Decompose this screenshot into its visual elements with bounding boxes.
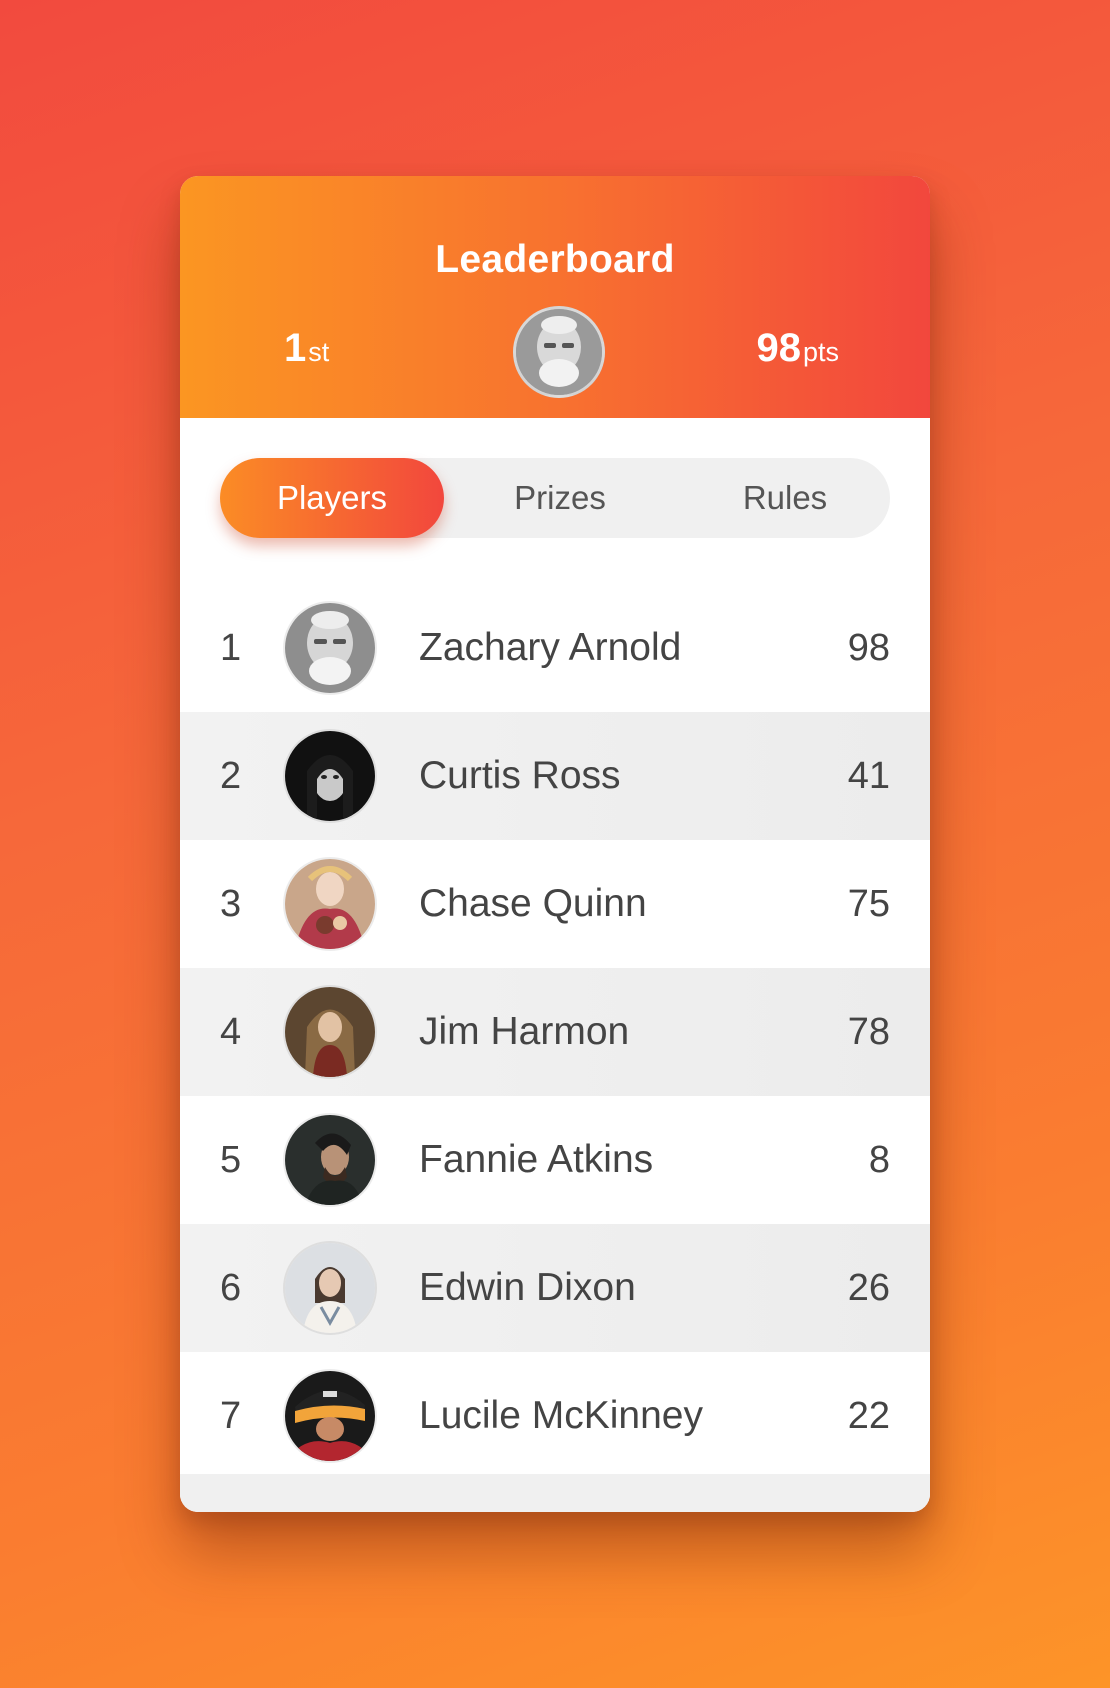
player-rank: 3 (220, 883, 242, 925)
player-rank: 5 (220, 1139, 242, 1181)
current-points: 98pts (756, 326, 839, 371)
player-name: Chase Quinn (419, 882, 647, 925)
player-score: 26 (847, 1267, 890, 1309)
tab-players[interactable]: Players (220, 458, 444, 538)
player-avatar (285, 987, 375, 1077)
player-avatar (285, 603, 375, 693)
player-avatar (285, 859, 375, 949)
points-suffix: pts (802, 337, 839, 367)
player-score: 98 (847, 627, 890, 669)
table-row[interactable]: 5 Fannie Atkins 8 (180, 1096, 930, 1224)
card-footer (180, 1474, 930, 1512)
player-score: 41 (847, 755, 890, 797)
current-rank: 1st (284, 326, 329, 371)
player-avatar (285, 731, 375, 821)
player-name: Lucile McKinney (419, 1394, 703, 1437)
player-name: Zachary Arnold (419, 626, 682, 669)
table-row[interactable]: 3 Chase Quinn 75 (180, 840, 930, 968)
player-name: Edwin Dixon (419, 1266, 636, 1309)
player-score: 75 (847, 883, 890, 925)
leaderboard-body: Players Prizes Rules 1 Zachary Arnold 98… (180, 418, 930, 1512)
player-avatar (285, 1115, 375, 1205)
player-name: Fannie Atkins (419, 1138, 654, 1181)
player-score: 22 (847, 1395, 890, 1437)
rank-suffix: st (308, 337, 330, 367)
player-avatar (285, 1243, 375, 1333)
player-score: 8 (868, 1139, 890, 1181)
tab-bar: Players Prizes Rules (220, 458, 890, 538)
player-score: 78 (847, 1011, 890, 1053)
rank-number: 1 (284, 326, 307, 370)
player-rank: 6 (220, 1267, 242, 1309)
player-avatar (285, 1371, 375, 1461)
table-row[interactable]: 2 Curtis Ross 41 (180, 712, 930, 840)
table-row[interactable]: 6 Edwin Dixon 26 (180, 1224, 930, 1352)
table-row[interactable]: 1 Zachary Arnold 98 (180, 584, 930, 712)
tab-prizes[interactable]: Prizes (460, 458, 660, 538)
tab-rules[interactable]: Rules (680, 458, 890, 538)
player-rank: 1 (220, 627, 242, 669)
player-name: Curtis Ross (419, 754, 621, 797)
player-rank: 7 (220, 1395, 242, 1437)
table-row[interactable]: 4 Jim Harmon 78 (180, 968, 930, 1096)
points-number: 98 (756, 326, 801, 370)
leaderboard-header: Leaderboard 1st 98pts (180, 176, 930, 418)
player-rank: 2 (220, 755, 242, 797)
player-name: Jim Harmon (419, 1010, 630, 1053)
player-rank: 4 (220, 1011, 242, 1053)
player-list: 1 Zachary Arnold 98 2 Curtis Ross 41 3 C… (180, 584, 930, 1480)
page-title: Leaderboard (435, 238, 675, 281)
leaderboard-card: Leaderboard 1st 98pts Players Prizes Rul… (180, 176, 930, 1512)
table-row[interactable]: 7 Lucile McKinney 22 (180, 1352, 930, 1480)
current-user-avatar[interactable] (513, 306, 605, 398)
